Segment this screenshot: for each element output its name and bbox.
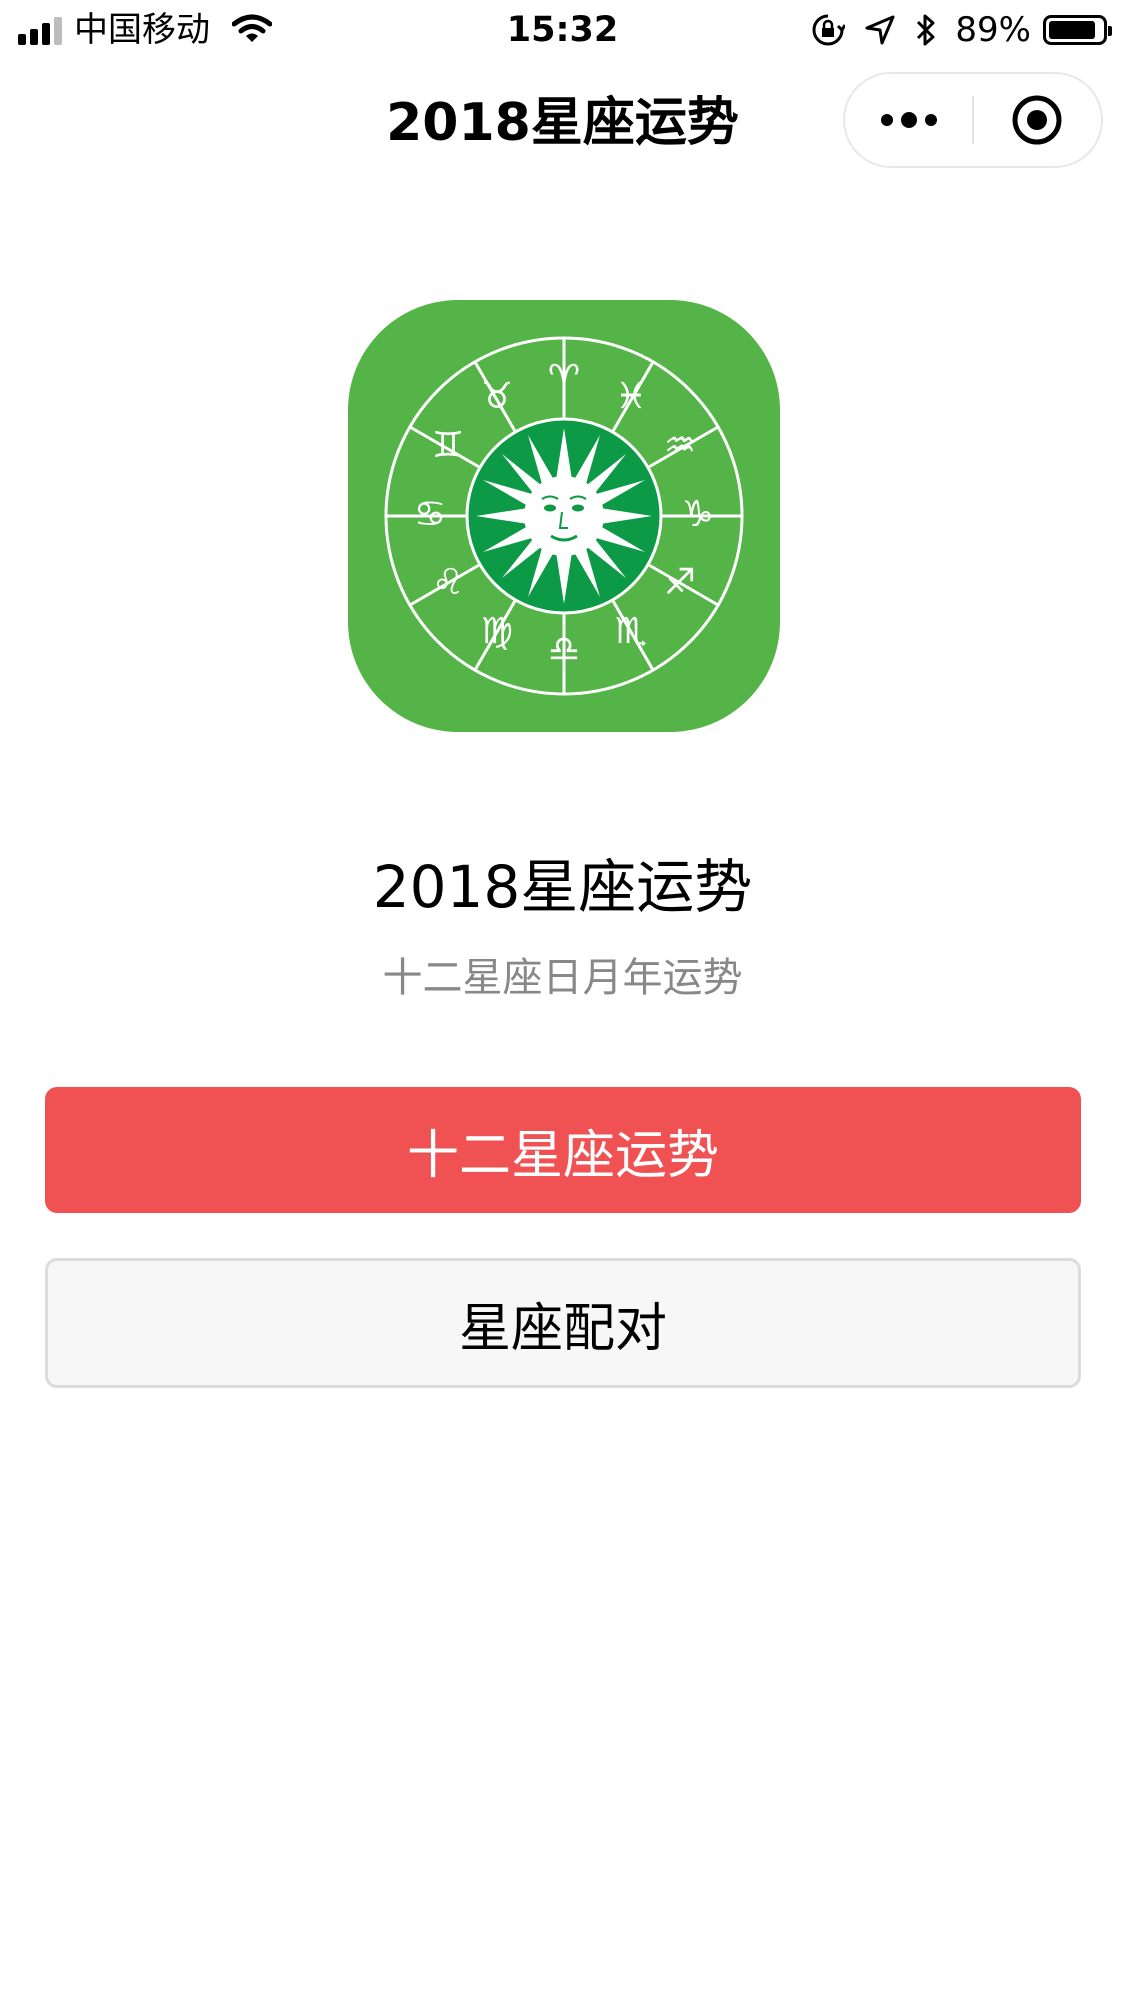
bluetooth-icon: [915, 13, 937, 47]
svg-text:♒: ♒: [664, 425, 696, 466]
battery-fill: [1049, 21, 1096, 39]
svg-text:♋: ♋: [414, 494, 446, 535]
rotation-lock-icon: [811, 13, 846, 47]
status-bar-right: 89%: [791, 8, 1112, 52]
svg-text:♊: ♊: [432, 425, 464, 466]
zodiac-wheel-sun-icon: ♈ ♓ ♒ ♑ ♐ ♏ ♎ ♍ ♌ ♋ ♊ ♉: [348, 300, 780, 732]
mini-program-capsule: [843, 72, 1103, 168]
battery-percent: 89%: [955, 10, 1031, 50]
app-logo: ♈ ♓ ♒ ♑ ♐ ♏ ♎ ♍ ♌ ♋ ♊ ♉: [348, 300, 780, 732]
status-bar: 中国移动 15:32 89%: [0, 0, 1125, 60]
zodiac-match-button[interactable]: 星座配对: [45, 1258, 1081, 1388]
location-icon: [865, 15, 895, 45]
svg-text:♐: ♐: [664, 562, 696, 603]
close-button[interactable]: [974, 74, 1101, 166]
svg-text:♎: ♎: [548, 629, 580, 670]
zodiac-fortune-button[interactable]: 十二星座运势: [45, 1087, 1081, 1213]
svg-text:♌: ♌: [432, 562, 464, 603]
svg-text:♍: ♍: [481, 611, 513, 652]
app-description: 十二星座日月年运势: [382, 955, 743, 1001]
more-button[interactable]: [845, 74, 972, 166]
svg-text:♏: ♏: [615, 611, 647, 652]
svg-text:♉: ♉: [481, 376, 513, 417]
more-dots-icon: [880, 112, 937, 128]
svg-text:♓: ♓: [615, 376, 647, 417]
app-name: 2018星座运势: [372, 853, 753, 921]
svg-text:♈: ♈: [548, 358, 580, 399]
svg-text:♑: ♑: [682, 494, 714, 535]
battery-icon: [1043, 15, 1112, 45]
target-circle-icon: [1012, 95, 1062, 145]
